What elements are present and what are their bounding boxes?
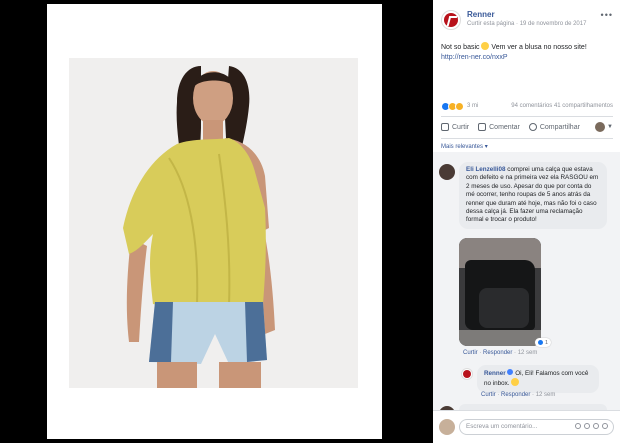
actor-avatar[interactable] bbox=[595, 122, 606, 132]
divider bbox=[441, 138, 613, 139]
reactions-bar: 3 mi 94 comentários 41 compartilhamentos bbox=[441, 101, 613, 113]
caption-text-continued: Vem ver a blusa no nosso site! bbox=[489, 44, 587, 51]
divider bbox=[441, 116, 613, 117]
composer-tools bbox=[572, 423, 608, 429]
comment-share-stats[interactable]: 94 comentários 41 compartilhamentos bbox=[511, 103, 613, 109]
thumbs-up-icon bbox=[441, 123, 449, 131]
reply-bubble: Renner Oi, Eli! Falamos com você no inbo… bbox=[477, 365, 599, 393]
smile-emoji-icon bbox=[511, 378, 520, 387]
comment-like-link[interactable]: Curtir bbox=[463, 350, 478, 356]
comment-like-badge[interactable]: 1 bbox=[535, 338, 551, 347]
comment-author[interactable]: Eli Lenzelli08 bbox=[466, 166, 506, 173]
renner-logo-icon bbox=[463, 370, 471, 378]
post-photo[interactable] bbox=[69, 58, 358, 388]
reply-avatar[interactable] bbox=[461, 368, 473, 380]
more-options-icon[interactable]: ••• bbox=[601, 10, 613, 20]
comment-actions: Curtir · Responder · 12 sem bbox=[463, 350, 538, 356]
like-reaction-icon bbox=[537, 340, 543, 345]
post-actions: Curtir Comentar Compartilhar ▼ bbox=[441, 120, 613, 134]
reaction-icons[interactable] bbox=[441, 102, 464, 111]
sticker-icon[interactable] bbox=[602, 423, 608, 429]
reply-reply-link[interactable]: Responder bbox=[501, 392, 530, 398]
commenter-avatar[interactable] bbox=[439, 164, 455, 180]
post-header: Renner Curtir esta página · 19 de novemb… bbox=[441, 8, 613, 32]
post-meta: Curtir esta página · 19 de novembro de 2… bbox=[467, 21, 587, 27]
reply-time[interactable]: 12 sem bbox=[536, 392, 556, 398]
renner-logo-icon bbox=[444, 13, 458, 27]
page-avatar[interactable] bbox=[441, 10, 461, 30]
gif-icon[interactable] bbox=[593, 423, 599, 429]
comment-label: Comentar bbox=[489, 123, 520, 131]
post-caption: Not so basic Vem ver a blusa no nosso si… bbox=[441, 42, 611, 63]
comment-placeholder: Escreva um comentário... bbox=[466, 423, 538, 430]
comment-icon bbox=[478, 123, 487, 131]
page-name-link[interactable]: Renner bbox=[467, 10, 495, 19]
comment-button[interactable]: Comentar bbox=[478, 123, 520, 131]
current-user-avatar bbox=[439, 419, 455, 435]
emoji-icon[interactable] bbox=[575, 423, 581, 429]
comment-time[interactable]: 12 sem bbox=[518, 350, 538, 356]
comment-attached-photo[interactable] bbox=[459, 238, 541, 346]
photo-frame bbox=[47, 4, 382, 439]
post-date[interactable]: 19 de novembro de 2017 bbox=[520, 21, 587, 27]
camera-icon[interactable] bbox=[584, 423, 590, 429]
share-button[interactable]: Compartilhar bbox=[528, 123, 580, 131]
chevron-down-icon: ▾ bbox=[484, 144, 488, 150]
wow-reaction-icon bbox=[455, 102, 464, 111]
comments-list: Eli Lenzelli08 comprei uma calça que est… bbox=[433, 152, 620, 410]
comment-bubble: Eli Lenzelli08 comprei uma calça que est… bbox=[459, 162, 607, 229]
reply-author[interactable]: Renner bbox=[484, 370, 506, 377]
like-page-link[interactable]: Curtir esta página bbox=[467, 21, 514, 27]
comment-reply-link[interactable]: Responder bbox=[483, 350, 512, 356]
comment-text: comprei uma calça que estava com defeito… bbox=[466, 166, 599, 224]
comment-input[interactable]: Escreva um comentário... bbox=[459, 419, 614, 435]
comment-composer: Escreva um comentário... bbox=[433, 410, 620, 443]
reply-actions: Curtir · Responder · 12 sem bbox=[481, 392, 556, 398]
caption-text: Not so basic bbox=[441, 44, 480, 51]
comment-sort-dropdown[interactable]: Mais relevantes ▾ bbox=[441, 143, 488, 150]
like-button[interactable]: Curtir bbox=[441, 123, 469, 131]
like-label: Curtir bbox=[452, 123, 470, 131]
reaction-count[interactable]: 3 mi bbox=[467, 103, 478, 109]
photo-viewer: Renner Curtir esta página · 19 de novemb… bbox=[0, 0, 620, 443]
share-icon bbox=[528, 123, 537, 131]
model-wearing-yellow-top-image bbox=[69, 58, 358, 388]
chevron-down-icon[interactable]: ▼ bbox=[607, 124, 613, 130]
reply-like-link[interactable]: Curtir bbox=[481, 392, 496, 398]
post-link[interactable]: http://ren-ner.co/nxxP bbox=[441, 54, 508, 61]
sort-label: Mais relevantes bbox=[441, 144, 484, 150]
share-label: Compartilhar bbox=[539, 123, 580, 131]
post-side-panel: Renner Curtir esta página · 19 de novemb… bbox=[433, 0, 620, 443]
